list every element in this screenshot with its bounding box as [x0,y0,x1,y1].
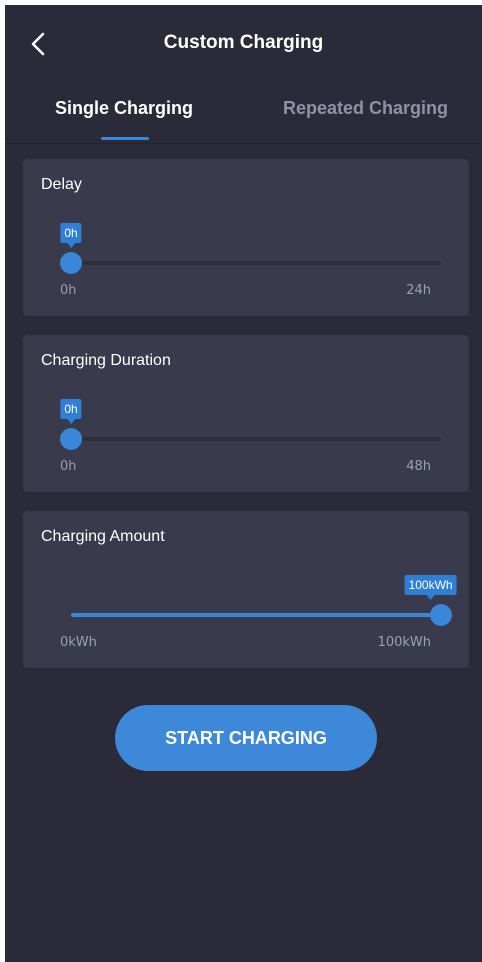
charging-duration-max-label: 48h [406,459,431,474]
delay-slider[interactable]: 0h [60,223,441,274]
charging-amount-card: Charging Amount 100kWh 0kWh 100kWh [23,511,469,668]
charging-amount-label: Charging Amount [41,528,165,545]
charging-duration-slider-thumb[interactable] [60,428,82,450]
app-screen: Custom Charging Single Charging Repeated… [5,5,482,962]
charging-amount-slider-thumb[interactable] [430,604,452,626]
delay-min-label: 0h [60,283,77,298]
charging-duration-slider[interactable]: 0h [60,399,441,450]
tab-repeated-charging[interactable]: Repeated Charging [283,98,448,119]
charging-amount-slider[interactable]: 100kWh [71,575,457,626]
charging-duration-card: Charging Duration 0h 0h 48h [23,335,469,492]
tab-bar: Single Charging Repeated Charging [5,85,482,144]
charging-duration-min-label: 0h [60,459,77,474]
tab-single-charging[interactable]: Single Charging [55,98,193,119]
charging-amount-value-bubble: 100kWh [404,575,457,600]
header: Custom Charging [5,5,482,85]
delay-card: Delay 0h 0h 24h [23,159,469,316]
start-charging-button[interactable]: START CHARGING [115,705,377,771]
page-title: Custom Charging [163,32,324,53]
charging-duration-label: Charging Duration [41,352,171,369]
charging-amount-max-label: 100kWh [377,635,431,650]
charging-duration-value-bubble: 0h [60,399,82,424]
delay-slider-thumb[interactable] [60,252,82,274]
delay-label: Delay [41,176,82,193]
delay-value-bubble: 0h [60,223,82,248]
charging-amount-slider-fill [71,613,441,617]
delay-max-label: 24h [406,283,431,298]
charging-amount-min-label: 0kWh [60,635,97,650]
active-tab-indicator [101,137,149,140]
